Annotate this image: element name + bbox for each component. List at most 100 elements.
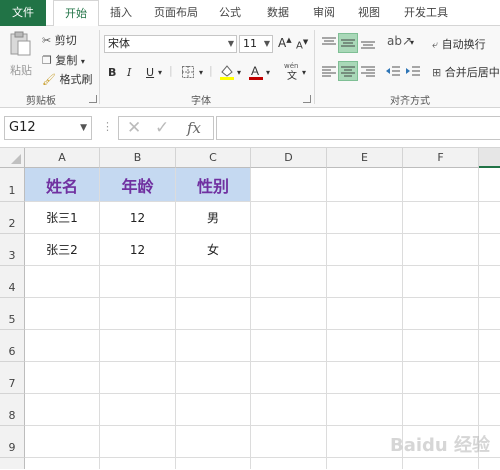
name-box[interactable]: G12 ▼ [4, 116, 92, 140]
row-header-7[interactable]: 7 [0, 362, 25, 394]
ribbon-tab-bar: 文件 开始 插入 页面布局 公式 数据 审阅 视图 开发工具 [0, 0, 500, 27]
ribbon: 粘贴 ✂ 剪切 ❐ 复制 ▾ 🖌 格式刷 剪贴板 宋体 ▼ 11 ▼ A▲ A▼ B… [0, 26, 500, 108]
align-left-icon[interactable] [320, 62, 338, 80]
font-color-icon[interactable]: A [247, 62, 265, 82]
cell-d3[interactable] [251, 234, 327, 266]
divider: | [169, 64, 173, 77]
row-header-10[interactable] [0, 458, 25, 469]
font-name-select[interactable]: 宋体 ▼ [104, 35, 237, 53]
increase-indent-icon[interactable] [404, 62, 422, 80]
align-top-icon[interactable] [320, 34, 338, 52]
enter-icon[interactable]: ✓ [155, 118, 169, 138]
orientation-icon[interactable]: ab↗ [387, 34, 412, 48]
tab-home[interactable]: 开始 [53, 0, 99, 27]
insert-function-icon[interactable]: fx [187, 119, 201, 137]
cell-e2[interactable] [327, 202, 403, 234]
tab-developer[interactable]: 开发工具 [398, 0, 454, 26]
merge-center-button[interactable]: ⊞ 合并后居中 [432, 64, 500, 80]
cancel-icon[interactable]: ✕ [127, 118, 141, 138]
phonetic-icon[interactable]: wén 文 [282, 60, 302, 82]
cell-f2[interactable] [403, 202, 479, 234]
italic-button[interactable]: I [127, 66, 131, 79]
row-header-3[interactable]: 3 [0, 234, 25, 266]
cell-g2[interactable] [479, 202, 500, 234]
cell-g1[interactable] [479, 168, 500, 202]
brush-icon: 🖌 [42, 73, 56, 86]
cell-e1[interactable] [327, 168, 403, 202]
clipboard-launcher-icon[interactable] [89, 95, 97, 103]
formula-bar: G12 ▼ ⋮ ✕ ✓ fx [0, 108, 500, 148]
cell-c3[interactable]: 女 [176, 234, 251, 266]
font-launcher-icon[interactable] [303, 95, 311, 103]
fill-color-icon[interactable] [218, 62, 236, 82]
chevron-down-icon[interactable]: ▾ [302, 68, 306, 77]
paste-label[interactable]: 粘贴 [10, 62, 32, 78]
align-bottom-icon[interactable] [359, 34, 377, 52]
paste-icon[interactable] [6, 30, 34, 58]
row-header-9[interactable]: 9 [0, 426, 25, 458]
align-center-icon[interactable] [338, 61, 358, 81]
formula-bar-grip-icon: ⋮ [102, 120, 113, 133]
font-size-select[interactable]: 11 ▼ [239, 35, 273, 53]
row-header-8[interactable]: 8 [0, 394, 25, 426]
cell-c1[interactable]: 性别 [176, 168, 251, 202]
chevron-down-icon: ▼ [80, 123, 87, 133]
align-right-icon[interactable] [359, 62, 377, 80]
chevron-down-icon[interactable]: ▾ [158, 68, 162, 77]
tab-formulas[interactable]: 公式 [213, 0, 247, 26]
cell-a1[interactable]: 姓名 [25, 168, 100, 202]
cell-d1[interactable] [251, 168, 327, 202]
watermark: Baidu 经验 [389, 435, 490, 456]
tab-data[interactable]: 数据 [258, 0, 298, 26]
row-header-5[interactable]: 5 [0, 298, 25, 330]
copy-button[interactable]: ❐ 复制 ▾ [42, 52, 85, 68]
tab-view[interactable]: 视图 [352, 0, 386, 26]
cell-e3[interactable] [327, 234, 403, 266]
cut-button[interactable]: ✂ 剪切 [42, 32, 77, 48]
tab-insert[interactable]: 插入 [104, 0, 138, 26]
column-header-d[interactable]: D [251, 148, 327, 168]
column-header-f[interactable]: F [403, 148, 479, 168]
cell-c2[interactable]: 男 [176, 202, 251, 234]
cell-a3[interactable]: 张三2 [25, 234, 100, 266]
underline-button[interactable]: U [146, 66, 154, 79]
tab-page-layout[interactable]: 页面布局 [148, 0, 204, 26]
cell-b2[interactable]: 12 [100, 202, 176, 234]
chevron-down-icon[interactable]: ▾ [266, 68, 270, 77]
cell-a2[interactable]: 张三1 [25, 202, 100, 234]
chevron-down-icon: ▼ [227, 39, 234, 48]
column-header-b[interactable]: B [100, 148, 176, 168]
row-header-1[interactable]: 1 [0, 168, 25, 202]
svg-text:文: 文 [287, 69, 297, 81]
decrease-font-icon[interactable]: A▼ [296, 38, 308, 51]
column-header-a[interactable]: A [25, 148, 100, 168]
row-header-4[interactable]: 4 [0, 266, 25, 298]
cell-d2[interactable] [251, 202, 327, 234]
cell-b1[interactable]: 年龄 [100, 168, 176, 202]
tab-review[interactable]: 审阅 [307, 0, 341, 26]
format-painter-button[interactable]: 🖌 格式刷 [42, 71, 92, 87]
decrease-indent-icon[interactable] [384, 62, 402, 80]
tab-file[interactable]: 文件 [0, 0, 46, 26]
cell-b3[interactable]: 12 [100, 234, 176, 266]
row-header-6[interactable]: 6 [0, 330, 25, 362]
cell-f1[interactable] [403, 168, 479, 202]
cell-g3[interactable] [479, 234, 500, 266]
merge-icon: ⊞ [432, 66, 442, 79]
bold-button[interactable]: B [108, 66, 116, 79]
row-header-2[interactable]: 2 [0, 202, 25, 234]
divider [99, 30, 100, 104]
formula-input[interactable] [216, 116, 500, 140]
wrap-text-button[interactable]: ⤶ 自动换行 [432, 36, 486, 52]
chevron-down-icon[interactable]: ▾ [410, 38, 414, 47]
select-all-corner[interactable] [0, 148, 25, 168]
align-middle-icon[interactable] [338, 33, 358, 53]
border-icon[interactable] [180, 64, 196, 80]
chevron-down-icon[interactable]: ▾ [199, 68, 203, 77]
column-header-e[interactable]: E [327, 148, 403, 168]
chevron-down-icon[interactable]: ▾ [237, 68, 241, 77]
increase-font-icon[interactable]: A▲ [278, 36, 292, 50]
cell-f3[interactable] [403, 234, 479, 266]
column-header-g[interactable] [479, 148, 500, 168]
column-header-c[interactable]: C [176, 148, 251, 168]
